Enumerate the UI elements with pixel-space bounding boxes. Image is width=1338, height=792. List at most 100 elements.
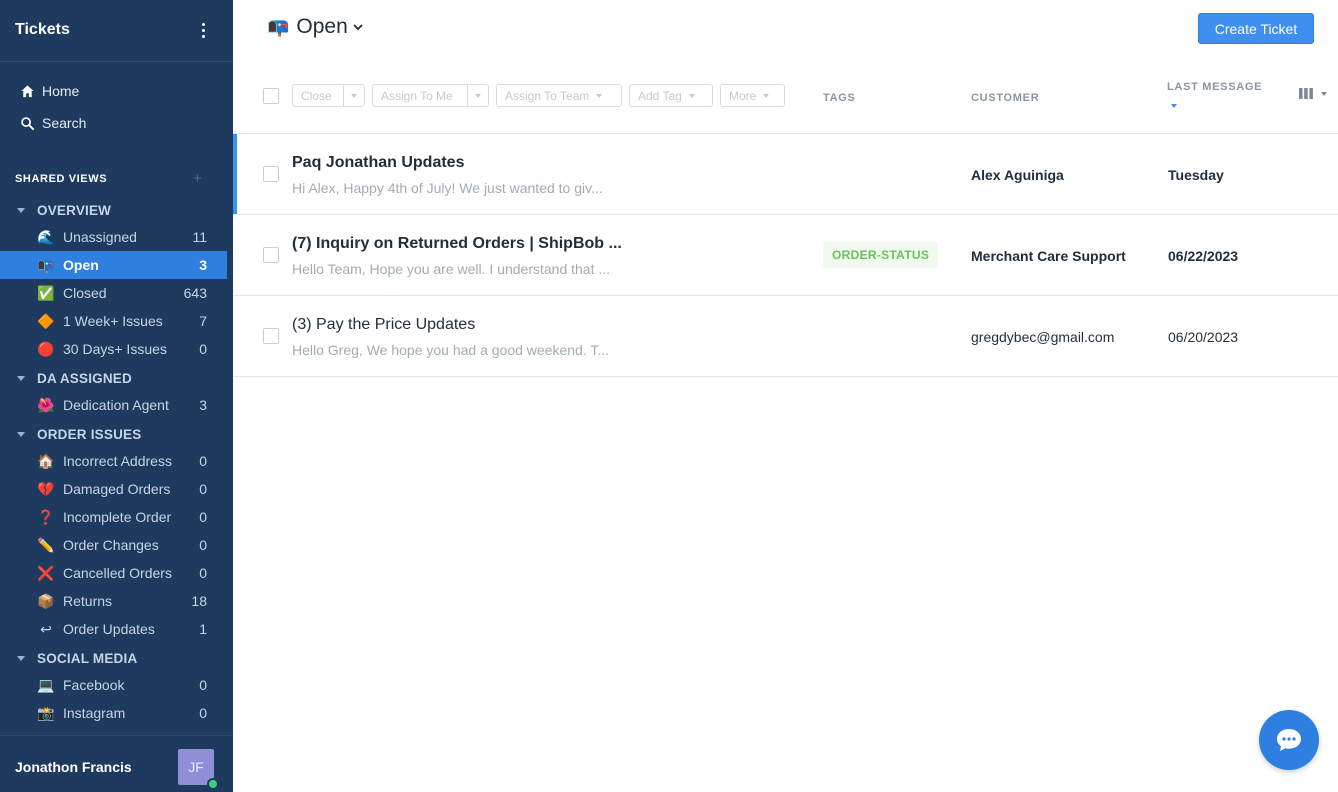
- column-header-tags[interactable]: TAGS: [823, 92, 856, 104]
- add-view-icon[interactable]: +: [193, 170, 202, 187]
- nav-search-label: Search: [42, 115, 87, 131]
- group-order-issues[interactable]: ORDER ISSUES: [0, 423, 227, 445]
- package-icon: 📦: [37, 593, 55, 609]
- assign-to-me-label: Assign To Me: [381, 88, 453, 103]
- ticket-preview: Hi Alex, Happy 4th of July! We just want…: [292, 180, 603, 196]
- nav-search[interactable]: Search: [0, 109, 227, 137]
- pencil-icon: ✏️: [37, 537, 55, 553]
- caret-down-icon: [1321, 91, 1327, 96]
- row-checkbox[interactable]: [263, 166, 279, 182]
- shared-views-label: SHARED VIEWS: [15, 173, 108, 185]
- view-instagram[interactable]: 📸 Instagram 0: [0, 699, 227, 727]
- more-label: More: [729, 88, 757, 103]
- view-unassigned[interactable]: 🌊 Unassigned 11: [0, 223, 227, 251]
- view-count: 1: [199, 621, 207, 637]
- tag-badge[interactable]: ORDER-STATUS: [823, 242, 939, 268]
- question-mark-icon: ❓: [37, 509, 55, 525]
- chat-launcher-button[interactable]: [1259, 710, 1319, 770]
- sidebar-title: Tickets: [15, 21, 70, 38]
- column-header-customer[interactable]: CUSTOMER: [971, 92, 1039, 104]
- return-arrow-icon: ↩: [40, 621, 52, 637]
- ticket-customer: Merchant Care Support: [971, 248, 1126, 264]
- column-settings-button[interactable]: [1299, 88, 1327, 99]
- check-icon: ✅: [37, 285, 55, 301]
- view-facebook[interactable]: 💻 Facebook 0: [0, 671, 227, 699]
- nav-home[interactable]: Home: [0, 77, 227, 105]
- view-count: 18: [191, 593, 207, 609]
- ticket-preview: Hello Greg, We hope you had a good weeke…: [292, 342, 610, 358]
- orange-diamond-icon: 🔶: [37, 313, 55, 329]
- view-dedication-agent[interactable]: 🌺 Dedication Agent 3: [0, 391, 227, 419]
- view-returns[interactable]: 📦 Returns 18: [0, 587, 227, 615]
- mailbox-icon: 📭: [267, 16, 290, 37]
- group-da-assigned[interactable]: DA ASSIGNED: [0, 367, 227, 389]
- view-1-week-issues[interactable]: 🔶 1 Week+ Issues 7: [0, 307, 227, 335]
- main-panel: 📭 Open Create Ticket Close Assign To Me …: [233, 0, 1338, 792]
- view-count: 0: [199, 537, 207, 553]
- assign-to-team-button[interactable]: Assign To Team: [496, 84, 622, 107]
- view-selector[interactable]: 📭 Open: [267, 15, 364, 39]
- view-damaged-orders[interactable]: 💔 Damaged Orders 0: [0, 475, 227, 503]
- row-checkbox[interactable]: [263, 328, 279, 344]
- view-open[interactable]: 📭 Open 3: [0, 251, 227, 279]
- view-count: 0: [199, 677, 207, 693]
- ticket-row[interactable]: Paq Jonathan Updates Hi Alex, Happy 4th …: [233, 134, 1338, 215]
- caret-down-icon: [475, 93, 481, 98]
- more-options-icon[interactable]: [195, 23, 211, 41]
- user-footer[interactable]: Jonathon Francis JF: [0, 735, 233, 792]
- row-checkbox[interactable]: [263, 247, 279, 263]
- broken-heart-icon: 💔: [37, 481, 55, 497]
- flower-icon: 🌺: [37, 397, 55, 413]
- ticket-last-message: Tuesday: [1168, 167, 1224, 183]
- view-count: 0: [199, 509, 207, 525]
- column-header-last-message[interactable]: LAST MESSAGE: [1167, 81, 1262, 93]
- red-circle-icon: 🔴: [37, 341, 55, 357]
- assign-to-me-button[interactable]: Assign To Me: [372, 84, 489, 107]
- assign-to-team-label: Assign To Team: [505, 88, 590, 103]
- caret-down-icon: [17, 207, 25, 213]
- caret-down-icon: [17, 375, 25, 381]
- ticket-subject[interactable]: Paq Jonathan Updates: [292, 154, 464, 172]
- ticket-subject[interactable]: (3) Pay the Price Updates: [292, 316, 475, 334]
- caret-down-icon: [688, 93, 695, 98]
- ticket-customer: gregdybec@gmail.com: [971, 329, 1115, 345]
- sidebar: Tickets Home Search SHARED VIEWS + OVERV…: [0, 0, 233, 792]
- caret-down-icon: [17, 431, 25, 437]
- ticket-customer: Alex Aguiniga: [971, 167, 1064, 183]
- view-count: 0: [199, 565, 207, 581]
- ticket-row[interactable]: (3) Pay the Price Updates Hello Greg, We…: [233, 296, 1338, 377]
- view-incomplete-order[interactable]: ❓ Incomplete Order 0: [0, 503, 227, 531]
- assign-to-me-dropdown-toggle[interactable]: [467, 85, 488, 106]
- more-actions-button[interactable]: More: [720, 84, 785, 107]
- view-incorrect-address[interactable]: 🏠 Incorrect Address 0: [0, 447, 227, 475]
- wave-icon: 🌊: [37, 229, 55, 245]
- ticket-subject[interactable]: (7) Inquiry on Returned Orders | ShipBob…: [292, 235, 622, 253]
- group-social-media[interactable]: SOCIAL MEDIA: [0, 647, 227, 669]
- camera-icon: 📸: [37, 705, 55, 721]
- close-dropdown-toggle[interactable]: [343, 85, 364, 106]
- view-order-updates[interactable]: ↩ Order Updates 1: [0, 615, 227, 643]
- caret-down-icon: [596, 93, 603, 98]
- home-icon: [17, 84, 37, 99]
- close-button[interactable]: Close: [292, 84, 365, 107]
- select-all-checkbox[interactable]: [263, 88, 279, 104]
- chevron-down-icon: [353, 24, 363, 31]
- ticket-preview: Hello Team, Hope you are well. I underst…: [292, 261, 611, 277]
- view-count: 3: [199, 397, 207, 413]
- view-count: 7: [199, 313, 207, 329]
- view-closed[interactable]: ✅ Closed 643: [0, 279, 227, 307]
- cross-mark-icon: ❌: [37, 565, 55, 581]
- create-ticket-button[interactable]: Create Ticket: [1198, 13, 1314, 44]
- group-overview[interactable]: OVERVIEW: [0, 199, 227, 221]
- view-cancelled-orders[interactable]: ❌ Cancelled Orders 0: [0, 559, 227, 587]
- ticket-row[interactable]: (7) Inquiry on Returned Orders | ShipBob…: [233, 215, 1338, 296]
- columns-icon: [1299, 88, 1313, 99]
- add-tag-button[interactable]: Add Tag: [629, 84, 713, 107]
- nav-home-label: Home: [42, 83, 80, 99]
- view-order-changes[interactable]: ✏️ Order Changes 0: [0, 531, 227, 559]
- view-30-days-issues[interactable]: 🔴 30 Days+ Issues 0: [0, 335, 227, 363]
- search-icon: [17, 116, 37, 131]
- mailbox-icon: 📭: [37, 257, 55, 273]
- view-count: 0: [199, 481, 207, 497]
- laptop-icon: 💻: [37, 677, 55, 693]
